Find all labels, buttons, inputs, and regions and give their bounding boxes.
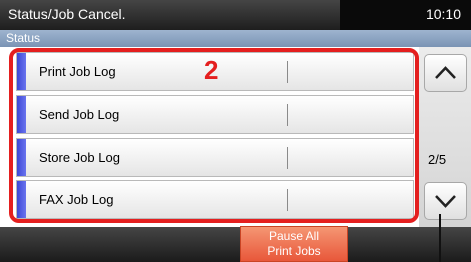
pause-all-print-jobs-button[interactable]: Pause All Print Jobs	[240, 226, 348, 262]
pause-button-label-line2: Print Jobs	[267, 244, 321, 258]
pause-button-label-line1: Pause All	[268, 229, 320, 243]
callout-pointer-line	[439, 214, 441, 262]
scroll-down-button[interactable]	[424, 182, 467, 220]
subheader-label: Status	[6, 31, 41, 45]
title-bar: Status/Job Cancel. 10:10	[0, 0, 471, 30]
step-callout-number: 2	[204, 55, 219, 85]
scroll-up-button[interactable]	[424, 54, 467, 92]
status-subheader: Status	[0, 30, 471, 47]
bottom-bar	[0, 227, 471, 262]
clock-panel: 10:10	[340, 0, 471, 30]
screen-title: Status/Job Cancel.	[8, 6, 126, 22]
chevron-up-icon	[435, 66, 456, 79]
page-indicator: 2/5	[428, 152, 447, 167]
clock: 10:10	[425, 6, 461, 22]
title-panel: Status/Job Cancel.	[0, 0, 340, 30]
chevron-down-icon	[435, 195, 456, 208]
